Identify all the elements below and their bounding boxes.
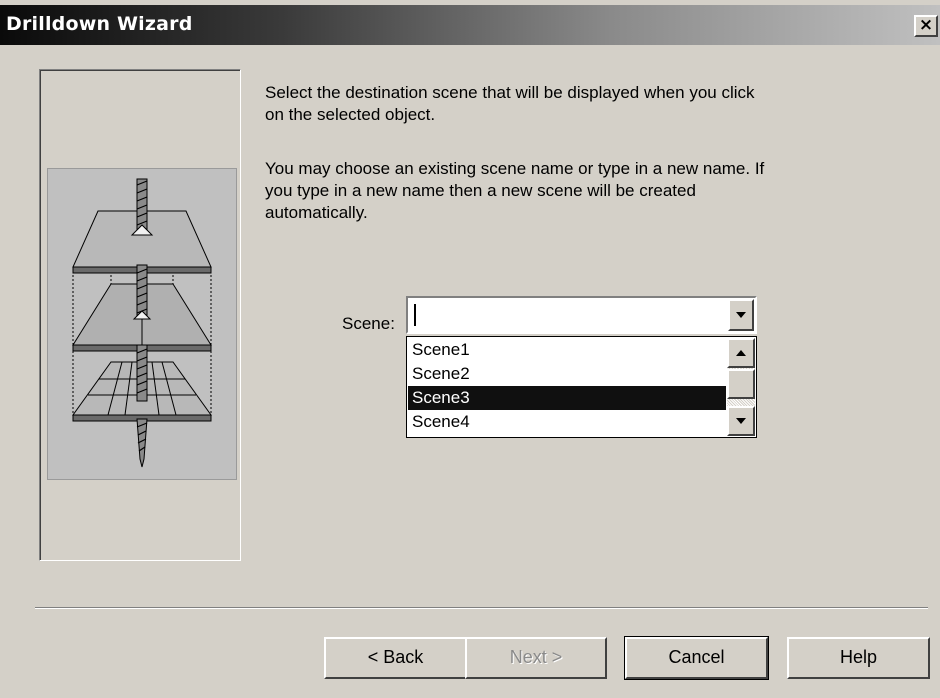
drilldown-layers-icon: [72, 178, 212, 468]
instructions-line: You may choose an existing scene name or…: [265, 159, 765, 178]
help-button[interactable]: Help: [787, 637, 930, 679]
instructions-line: on the selected object.: [265, 105, 436, 124]
instructions-paragraph-1: Select the destination scene that will b…: [265, 82, 865, 126]
scene-option-scene3[interactable]: Scene3: [408, 386, 726, 410]
drilldown-wizard-window: Drilldown Wizard × Select the destinatio…: [0, 0, 940, 698]
window-title: Drilldown Wizard: [6, 13, 193, 35]
chevron-down-icon: [736, 312, 746, 318]
back-button[interactable]: < Back: [324, 637, 467, 679]
drilldown-illustration: [47, 168, 237, 480]
scroll-down-button[interactable]: [727, 406, 755, 436]
scene-option-scene2[interactable]: Scene2: [408, 362, 726, 386]
instructions-line: Select the destination scene that will b…: [265, 83, 755, 102]
instructions-line: automatically.: [265, 203, 368, 222]
next-button[interactable]: Next >: [465, 637, 607, 679]
title-bar[interactable]: Drilldown Wizard ×: [0, 5, 940, 45]
scene-option-scene1[interactable]: Scene1: [408, 338, 726, 362]
close-icon: ×: [918, 15, 934, 35]
instructions-paragraph-2: You may choose an existing scene name or…: [265, 158, 865, 224]
scene-dropdown-button[interactable]: [728, 299, 754, 331]
cancel-button[interactable]: Cancel: [624, 636, 769, 680]
footer-separator: [35, 607, 928, 609]
scroll-up-button[interactable]: [727, 338, 755, 368]
scene-option-scene4[interactable]: Scene4: [408, 410, 726, 434]
dropdown-scrollbar[interactable]: [727, 338, 755, 436]
scene-label: Scene:: [342, 314, 395, 333]
scrollbar-thumb[interactable]: [727, 369, 755, 399]
chevron-up-icon: [736, 350, 746, 356]
instructions-line: you type in a new name then a new scene …: [265, 181, 696, 200]
scene-combobox[interactable]: [406, 296, 757, 334]
scene-dropdown-list[interactable]: Scene1 Scene2 Scene3 Scene4: [406, 336, 757, 438]
text-caret: [414, 304, 416, 326]
close-button[interactable]: ×: [914, 15, 938, 37]
chevron-down-icon: [736, 418, 746, 424]
